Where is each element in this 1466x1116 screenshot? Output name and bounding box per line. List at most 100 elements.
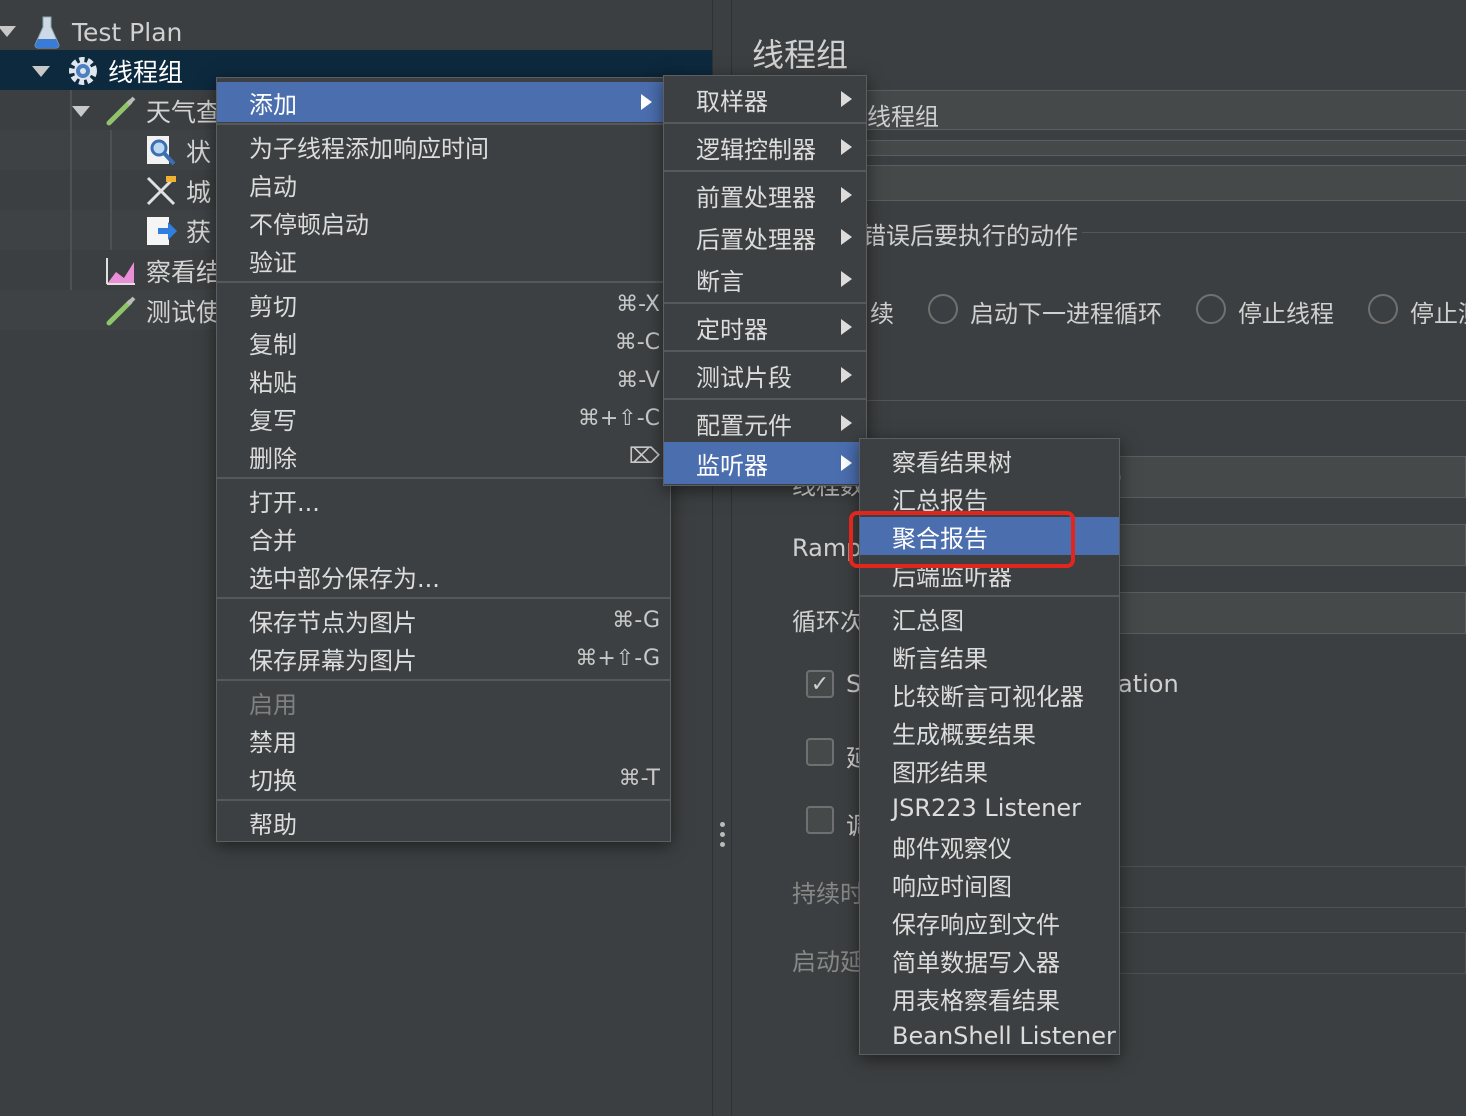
- ramp-field[interactable]: [1112, 524, 1466, 566]
- menu-item-label: 启动: [249, 172, 297, 201]
- submenu-arrow-icon: [641, 94, 652, 110]
- submenu-arrow-icon: [841, 271, 852, 287]
- submenu-item-test-fragment[interactable]: 测试片段: [664, 354, 866, 396]
- menu-item-start-no-pause[interactable]: 不停顿启动: [217, 203, 670, 241]
- loop-field[interactable]: [1112, 592, 1466, 634]
- scheduler-checkbox[interactable]: [806, 806, 834, 834]
- menu-item-copy[interactable]: 复制 ⌘-C: [217, 323, 670, 361]
- tree-line: [70, 90, 72, 290]
- menu-item-disable[interactable]: 禁用: [217, 721, 670, 759]
- submenu-item-logic-controller[interactable]: 逻辑控制器: [664, 126, 866, 168]
- listener-item-view-results-tree[interactable]: 察看结果树: [860, 441, 1119, 479]
- listener-item-save-responses[interactable]: 保存响应到文件: [860, 903, 1119, 941]
- iteration-label: ation: [1118, 670, 1179, 698]
- submenu-arrow-icon: [841, 319, 852, 335]
- expand-triangle-icon[interactable]: [32, 66, 50, 77]
- listener-item-response-time-graph[interactable]: 响应时间图: [860, 865, 1119, 903]
- tree-item-extract[interactable]: 获: [144, 211, 211, 251]
- submenu-item-timer[interactable]: 定时器: [664, 306, 866, 348]
- menu-item-label: 断言结果: [892, 644, 988, 673]
- menu-item-save-screen-image[interactable]: 保存屏幕为图片 ⌘+⇧-G: [217, 639, 670, 677]
- comments-field[interactable]: [772, 140, 1466, 156]
- threads-field[interactable]: ): [1112, 456, 1466, 498]
- tree-item-thread-group[interactable]: 线程组: [66, 51, 183, 91]
- duration-field[interactable]: [1112, 866, 1466, 908]
- graph-icon: [104, 254, 138, 288]
- same-user-checkbox[interactable]: ✓: [806, 670, 834, 698]
- menu-item-label: 保存响应到文件: [892, 910, 1060, 939]
- listener-item-view-results-table[interactable]: 用表格察看结果: [860, 979, 1119, 1017]
- submenu-item-pre-processor[interactable]: 前置处理器: [664, 174, 866, 216]
- menu-item-label: 切换: [249, 766, 297, 795]
- tree-item-status[interactable]: 状: [144, 131, 211, 171]
- delay-checkbox[interactable]: [806, 738, 834, 766]
- highlight-annotation-box: [849, 511, 1075, 568]
- listener-item-assertion-results[interactable]: 断言结果: [860, 637, 1119, 675]
- menu-item-add[interactable]: 添加: [217, 82, 670, 122]
- expand-triangle-icon[interactable]: [0, 26, 16, 37]
- listener-item-generate-summary[interactable]: 生成概要结果: [860, 713, 1119, 751]
- magnifier-icon: [144, 134, 178, 168]
- radio-continue-label: 续: [870, 300, 894, 328]
- menu-item-label: 剪切: [249, 292, 297, 321]
- expand-triangle-icon[interactable]: [72, 106, 90, 117]
- submenu-item-assertion[interactable]: 断言: [664, 258, 866, 300]
- listener-item-mailer-visualizer[interactable]: 邮件观察仪: [860, 827, 1119, 865]
- listener-item-graph-results[interactable]: 图形结果: [860, 751, 1119, 789]
- menu-item-toggle[interactable]: 切换 ⌘-T: [217, 759, 670, 797]
- menu-item-label: 选中部分保存为...: [249, 564, 440, 593]
- menu-item-label: 生成概要结果: [892, 720, 1036, 749]
- listener-item-comparison-assertion-visualizer[interactable]: 比较断言可视化器: [860, 675, 1119, 713]
- menu-separator: [217, 799, 670, 801]
- shortcut-label: ⌘+⇧-G: [575, 645, 660, 671]
- tree-item-label: 状: [186, 138, 212, 167]
- menu-item-merge[interactable]: 合并: [217, 519, 670, 557]
- listener-item-jsr223[interactable]: JSR223 Listener: [860, 789, 1119, 827]
- menu-separator: [217, 679, 670, 681]
- menu-item-cut[interactable]: 剪切 ⌘-X: [217, 285, 670, 323]
- menu-item-add-response-time[interactable]: 为子线程添加响应时间: [217, 127, 670, 165]
- menu-item-save-node-image[interactable]: 保存节点为图片 ⌘-G: [217, 601, 670, 639]
- menu-item-label: 复写: [249, 406, 297, 435]
- tree-item-label: 城: [186, 178, 212, 207]
- menu-item-validate[interactable]: 验证: [217, 241, 670, 279]
- menu-item-duplicate[interactable]: 复写 ⌘+⇧-C: [217, 399, 670, 437]
- tree-item-weather-sampler[interactable]: 天气查: [104, 91, 221, 131]
- tree-line: [110, 130, 112, 250]
- radio-stop-thread[interactable]: [1196, 294, 1226, 324]
- radio-start-next-loop[interactable]: [928, 294, 958, 324]
- listener-item-simple-data-writer[interactable]: 简单数据写入器: [860, 941, 1119, 979]
- submenu-item-post-processor[interactable]: 后置处理器: [664, 216, 866, 258]
- name-field[interactable]: 线程组: [772, 90, 1466, 131]
- menu-separator: [664, 122, 866, 124]
- tree-item-city[interactable]: 城: [144, 171, 211, 211]
- submenu-arrow-icon: [841, 229, 852, 245]
- menu-item-save-selection-as[interactable]: 选中部分保存为...: [217, 557, 670, 595]
- listener-item-beanshell[interactable]: BeanShell Listener: [860, 1017, 1119, 1055]
- menu-item-open[interactable]: 打开...: [217, 481, 670, 519]
- menu-item-enable: 启用: [217, 683, 670, 721]
- tree-item-label: 线程组: [108, 58, 184, 87]
- submenu-item-listener[interactable]: 监听器: [664, 442, 866, 484]
- radio-stop-test[interactable]: [1368, 294, 1398, 324]
- submenu-item-config-element[interactable]: 配置元件: [664, 402, 866, 444]
- group-border: [1082, 232, 1466, 233]
- menu-item-label: 打开...: [249, 488, 320, 517]
- menu-item-label: 为子线程添加响应时间: [249, 134, 489, 163]
- menu-item-delete[interactable]: 删除 ⌦: [217, 437, 670, 475]
- menu-item-paste[interactable]: 粘贴 ⌘-V: [217, 361, 670, 399]
- menu-item-help[interactable]: 帮助: [217, 803, 670, 841]
- submenu-item-sampler[interactable]: 取样器: [664, 78, 866, 120]
- submenu-arrow-icon: [841, 187, 852, 203]
- menu-separator: [664, 170, 866, 172]
- tree-item-view-results[interactable]: 察看结: [104, 251, 221, 291]
- menu-item-start[interactable]: 启动: [217, 165, 670, 203]
- tree-item-test-use[interactable]: 测试使: [104, 291, 221, 331]
- comments-field-2[interactable]: [772, 165, 1466, 201]
- tree-item-label: 测试使: [146, 298, 222, 327]
- tree-item-test-plan[interactable]: Test Plan: [30, 12, 182, 52]
- menu-item-label: 前置处理器: [696, 183, 816, 212]
- startup-delay-field[interactable]: [1112, 932, 1466, 974]
- shortcut-label: ⌘-T: [618, 765, 660, 791]
- listener-item-aggregate-graph[interactable]: 汇总图: [860, 599, 1119, 637]
